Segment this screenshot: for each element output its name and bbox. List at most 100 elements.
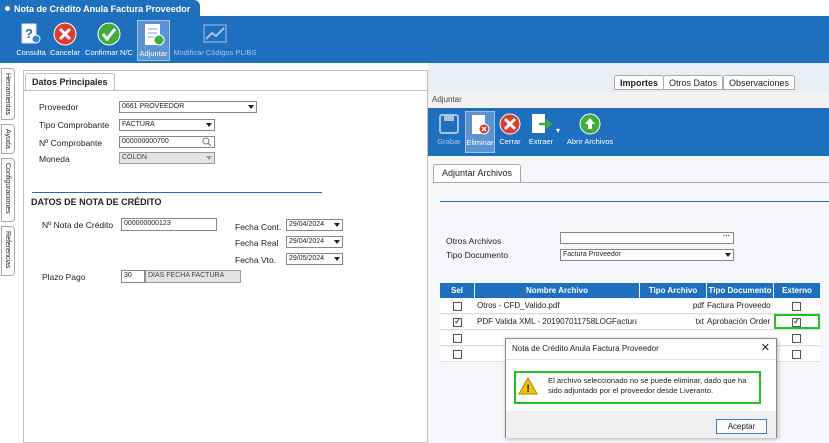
- col-header-tipo-documento[interactable]: Tipo Documento: [707, 283, 773, 298]
- fecha-vto-label: Fecha Vto.: [235, 255, 277, 265]
- tab-observaciones[interactable]: Observaciones: [723, 75, 796, 90]
- window-title: Nota de Crédito Anula Factura Proveedor: [0, 0, 200, 18]
- consulta-icon: ?: [19, 22, 43, 46]
- alert-dialog: Nota de Crédito Anula Factura Proveedor …: [505, 338, 777, 438]
- tipo-documento-label: Tipo Documento: [446, 250, 509, 260]
- side-tab-label: Referencias: [4, 231, 11, 269]
- confirmar-label: Confirmar N/C: [85, 48, 133, 57]
- adjuntar-label: Adjuntar: [139, 49, 168, 58]
- side-tab-referencias[interactable]: Referencias: [1, 226, 15, 276]
- search-icon[interactable]: [202, 137, 212, 149]
- chevron-down-icon: [334, 223, 340, 227]
- tipo-comprobante-label: Tipo Comprobante: [39, 120, 110, 130]
- proveedor-select[interactable]: 0661 PROVEEDOR: [119, 101, 257, 113]
- extract-icon: [530, 113, 552, 135]
- open-files-icon: [579, 113, 601, 135]
- nro-comprobante-field[interactable]: 000000000700: [119, 136, 215, 148]
- proveedor-value: 0661 PROVEEDOR: [122, 103, 185, 110]
- tipo-comprobante-select[interactable]: FACTURA: [119, 119, 215, 131]
- file-type: pdf: [692, 301, 704, 310]
- grabar-label: Grabar: [437, 137, 461, 146]
- browse-icon[interactable]: ···: [723, 233, 730, 240]
- abrir-archivos-button[interactable]: Abrir Archivos: [564, 111, 616, 153]
- tab-importes[interactable]: Importes: [614, 75, 665, 90]
- otros-archivos-label: Otros Archivos: [446, 236, 502, 246]
- col-header-tipo-archivo[interactable]: Tipo Archivo: [640, 283, 706, 298]
- abrir-archivos-label: Abrir Archivos: [566, 137, 614, 146]
- cerrar-button[interactable]: Cerrar: [497, 111, 523, 153]
- window-dot-icon: [5, 6, 10, 11]
- externo-checkbox: [792, 302, 801, 311]
- tab-adjuntar-archivos[interactable]: Adjuntar Archivos: [433, 164, 522, 182]
- confirmar-button[interactable]: Confirmar N/C: [84, 20, 134, 61]
- adjuntar-button[interactable]: Adjuntar: [137, 20, 170, 61]
- nota-credito-section-title: DATOS DE NOTA DE CRÉDITO: [31, 197, 162, 207]
- main-toolbar: ? Consulta Cancelar Confirmar N/C Adjunt…: [0, 18, 829, 63]
- side-tab-configuraciones[interactable]: Configuraciones: [1, 158, 15, 222]
- plazo-pago-field[interactable]: 30: [121, 270, 145, 283]
- side-tab-ayuda[interactable]: Ayuda: [1, 124, 15, 154]
- aceptar-button[interactable]: Aceptar: [716, 419, 767, 434]
- consulta-label: Consulta: [16, 48, 46, 57]
- chevron-down-icon: [334, 240, 340, 244]
- close-icon: [499, 113, 521, 135]
- side-tab-label: Ayuda: [4, 129, 11, 149]
- col-header-sel[interactable]: Sel: [440, 283, 474, 298]
- select-checkbox[interactable]: [453, 302, 462, 311]
- table-row[interactable]: PDF Valida XML - 201907011758LOGFacturas…: [440, 314, 820, 330]
- document-type: Aprobación Order: [707, 317, 771, 326]
- plazo-pago-desc: DIAS FECHA FACTURA: [145, 270, 241, 283]
- section-rule: [440, 201, 829, 202]
- externo-checkbox: [792, 350, 801, 359]
- col-header-externo[interactable]: Externo: [774, 283, 820, 298]
- moneda-value: COLON: [122, 154, 147, 161]
- select-checkbox[interactable]: [453, 334, 462, 343]
- otros-archivos-field[interactable]: ···: [560, 232, 734, 244]
- dialog-message: El archivo seleccionado no se puede elim…: [548, 376, 747, 395]
- tab-otros-datos[interactable]: Otros Datos: [663, 75, 724, 90]
- moneda-select[interactable]: COLON: [119, 152, 215, 164]
- close-icon[interactable]: ✕: [761, 341, 770, 354]
- divider: [433, 182, 829, 183]
- adjuntar-toolbar: Grabar Eliminar Cerrar Extraer ▾ Abrir A…: [428, 108, 829, 156]
- nro-nota-field[interactable]: 000000000123: [121, 218, 217, 231]
- file-type: txt: [695, 317, 704, 326]
- tipo-documento-value: Factura Proveedor: [563, 251, 621, 258]
- cancelar-button[interactable]: Cancelar: [50, 20, 80, 61]
- tipo-comprobante-value: FACTURA: [122, 121, 155, 128]
- select-checkbox[interactable]: [453, 350, 462, 359]
- file-name: Otros - CFD_Valido.pdf: [477, 301, 560, 310]
- tipo-documento-select[interactable]: Factura Proveedor: [560, 249, 734, 261]
- externo-checkbox: [792, 316, 801, 327]
- side-tab-label: Configuraciones: [4, 163, 11, 214]
- extraer-button[interactable]: Extraer: [525, 111, 557, 153]
- proveedor-label: Proveedor: [39, 102, 79, 112]
- fecha-real-label: Fecha Real: [235, 238, 279, 248]
- chevron-down-icon[interactable]: ▾: [556, 126, 560, 135]
- chevron-down-icon: [248, 105, 254, 109]
- warning-icon: !: [518, 376, 538, 397]
- file-name: PDF Valida XML - 201907011758LOGFacturas: [477, 317, 637, 326]
- modificar-codigos-button[interactable]: Modificar Códigos PL/BS: [172, 20, 258, 61]
- consulta-button[interactable]: ? Consulta: [14, 20, 48, 61]
- tab-datos-principales[interactable]: Datos Principales: [25, 73, 115, 90]
- moneda-label: Moneda: [39, 154, 70, 164]
- grabar-button[interactable]: Grabar: [436, 111, 462, 153]
- document-type: Factura Proveedo: [707, 301, 771, 310]
- cancelar-label: Cancelar: [50, 48, 81, 57]
- nro-comprobante-value: 000000000700: [122, 138, 169, 145]
- fecha-vto-field[interactable]: 29/05/2024: [286, 253, 343, 265]
- side-tab-herramientas[interactable]: Herramientas: [1, 68, 15, 120]
- save-icon: [438, 113, 460, 135]
- plazo-pago-label: Plazo Pago: [42, 272, 86, 282]
- check-icon: [97, 22, 121, 46]
- attach-document-icon: [142, 23, 166, 47]
- select-checkbox[interactable]: [453, 316, 462, 327]
- col-header-nombre[interactable]: Nombre Archivo: [475, 283, 639, 298]
- table-row[interactable]: Otros - CFD_Valido.pdf pdf Factura Prove…: [440, 299, 820, 314]
- fecha-cont-field[interactable]: 29/04/2024: [286, 219, 343, 231]
- eliminar-button[interactable]: Eliminar: [465, 111, 495, 153]
- section-rule: [32, 192, 322, 193]
- fecha-real-field[interactable]: 29/04/2024: [286, 236, 343, 248]
- externo-checkbox: [792, 334, 801, 343]
